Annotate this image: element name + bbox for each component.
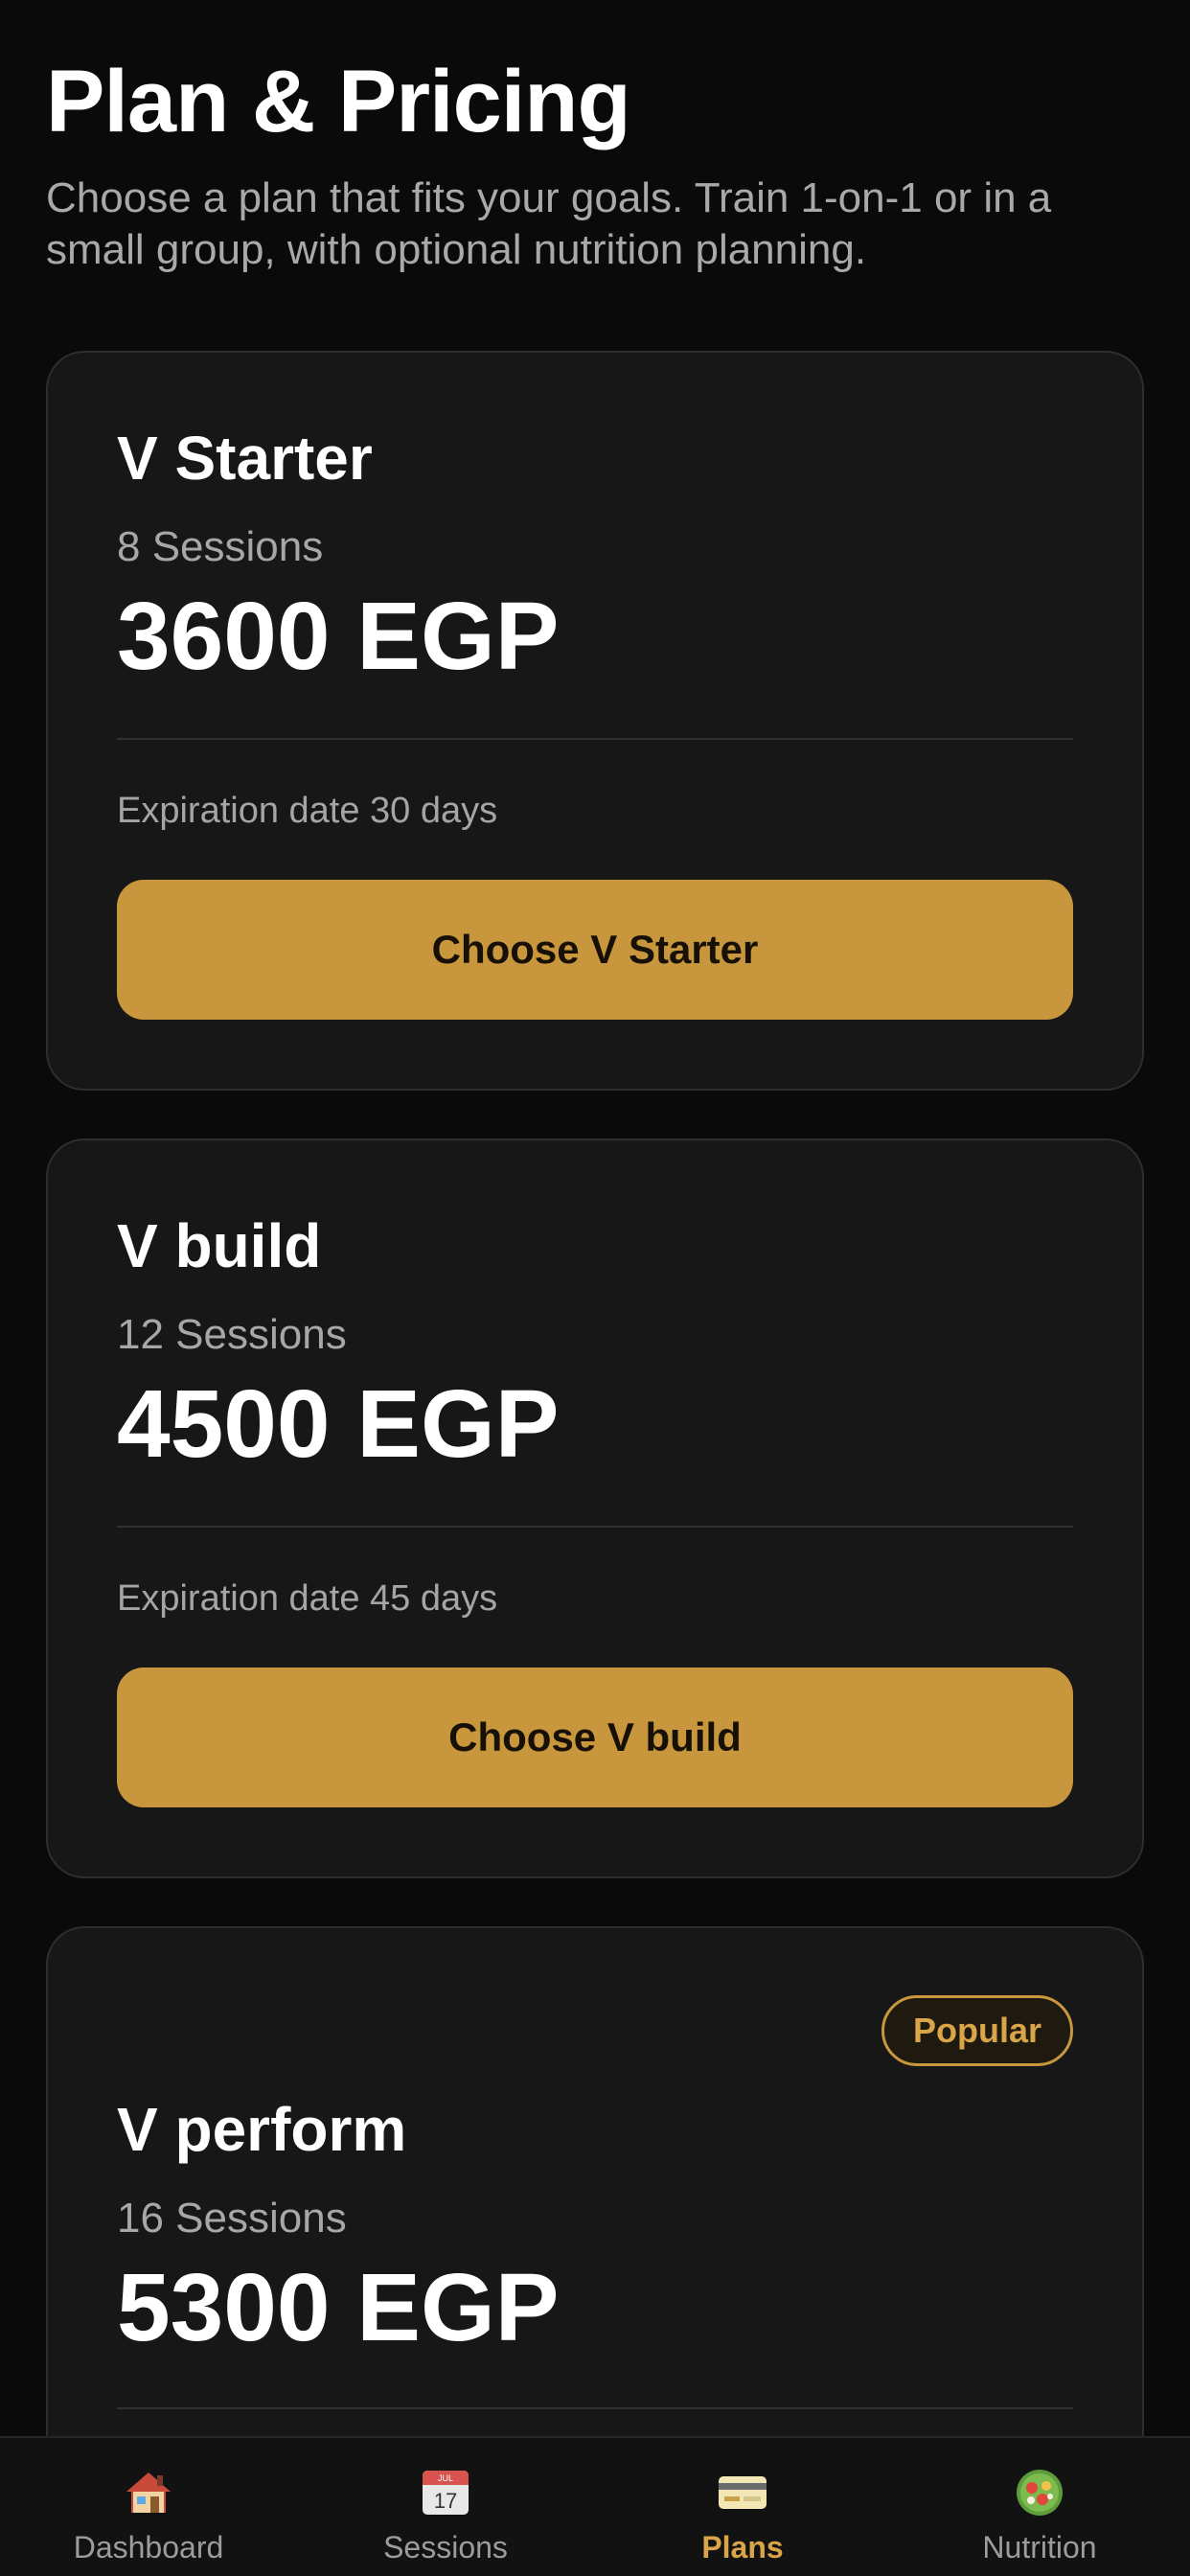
svg-text:17: 17: [434, 2489, 457, 2513]
plan-sessions: 16 Sessions: [117, 2195, 347, 2242]
divider: [117, 1526, 1073, 1528]
choose-v-starter-button[interactable]: Choose V Starter: [117, 880, 1073, 1020]
tab-label: Nutrition: [982, 2530, 1097, 2564]
page-title: Plan & Pricing: [46, 53, 631, 150]
tab-plans[interactable]: Plans: [594, 2438, 891, 2576]
plan-name: V Starter: [117, 424, 373, 493]
plan-card-v-starter-content: V Starter 8 Sessions 3600 EGP Expiration…: [117, 351, 1073, 1091]
calendar-icon: JUL 17: [420, 2467, 471, 2518]
plan-price: 5300 EGP: [117, 2254, 560, 2361]
house-icon: [123, 2467, 174, 2518]
tab-label: Plans: [701, 2530, 784, 2564]
divider: [117, 738, 1073, 740]
popular-badge: Popular: [881, 1995, 1073, 2066]
plan-name: V build: [117, 1211, 322, 1280]
plan-price: 3600 EGP: [117, 583, 560, 690]
salad-icon: [1014, 2467, 1065, 2518]
svg-text:JUL: JUL: [438, 2473, 453, 2483]
page-subtitle: Choose a plan that fits your goals. Trai…: [46, 174, 1052, 273]
tab-nutrition[interactable]: Nutrition: [891, 2438, 1188, 2576]
bottom-tab-bar: Dashboard JUL 17 Sessions Plans Nutritio…: [0, 2436, 1190, 2576]
tab-label: Dashboard: [73, 2530, 224, 2564]
tab-dashboard[interactable]: Dashboard: [0, 2438, 297, 2576]
tab-label: Sessions: [383, 2530, 508, 2564]
plans-screen: Plan & Pricing Choose a plan that fits y…: [0, 0, 1190, 2576]
plan-expiry: Expiration date 45 days: [117, 1578, 498, 1619]
plan-card-v-build-content: V build 12 Sessions 4500 EGP Expiration …: [117, 1138, 1073, 1878]
credit-card-icon: [717, 2467, 768, 2518]
plan-expiry: Expiration date 30 days: [117, 791, 498, 831]
plan-sessions: 12 Sessions: [117, 1311, 347, 1358]
page-header: Plan & Pricing Choose a plan that fits y…: [46, 48, 1148, 276]
plan-card-v-perform-content: Popular V perform 16 Sessions 5300 EGP: [117, 1926, 1073, 2436]
plan-price: 4500 EGP: [117, 1370, 560, 1478]
tab-sessions[interactable]: JUL 17 Sessions: [297, 2438, 594, 2576]
plan-name: V perform: [117, 2095, 407, 2164]
divider: [117, 2407, 1073, 2409]
plan-sessions: 8 Sessions: [117, 523, 324, 570]
choose-v-build-button[interactable]: Choose V build: [117, 1668, 1073, 1807]
